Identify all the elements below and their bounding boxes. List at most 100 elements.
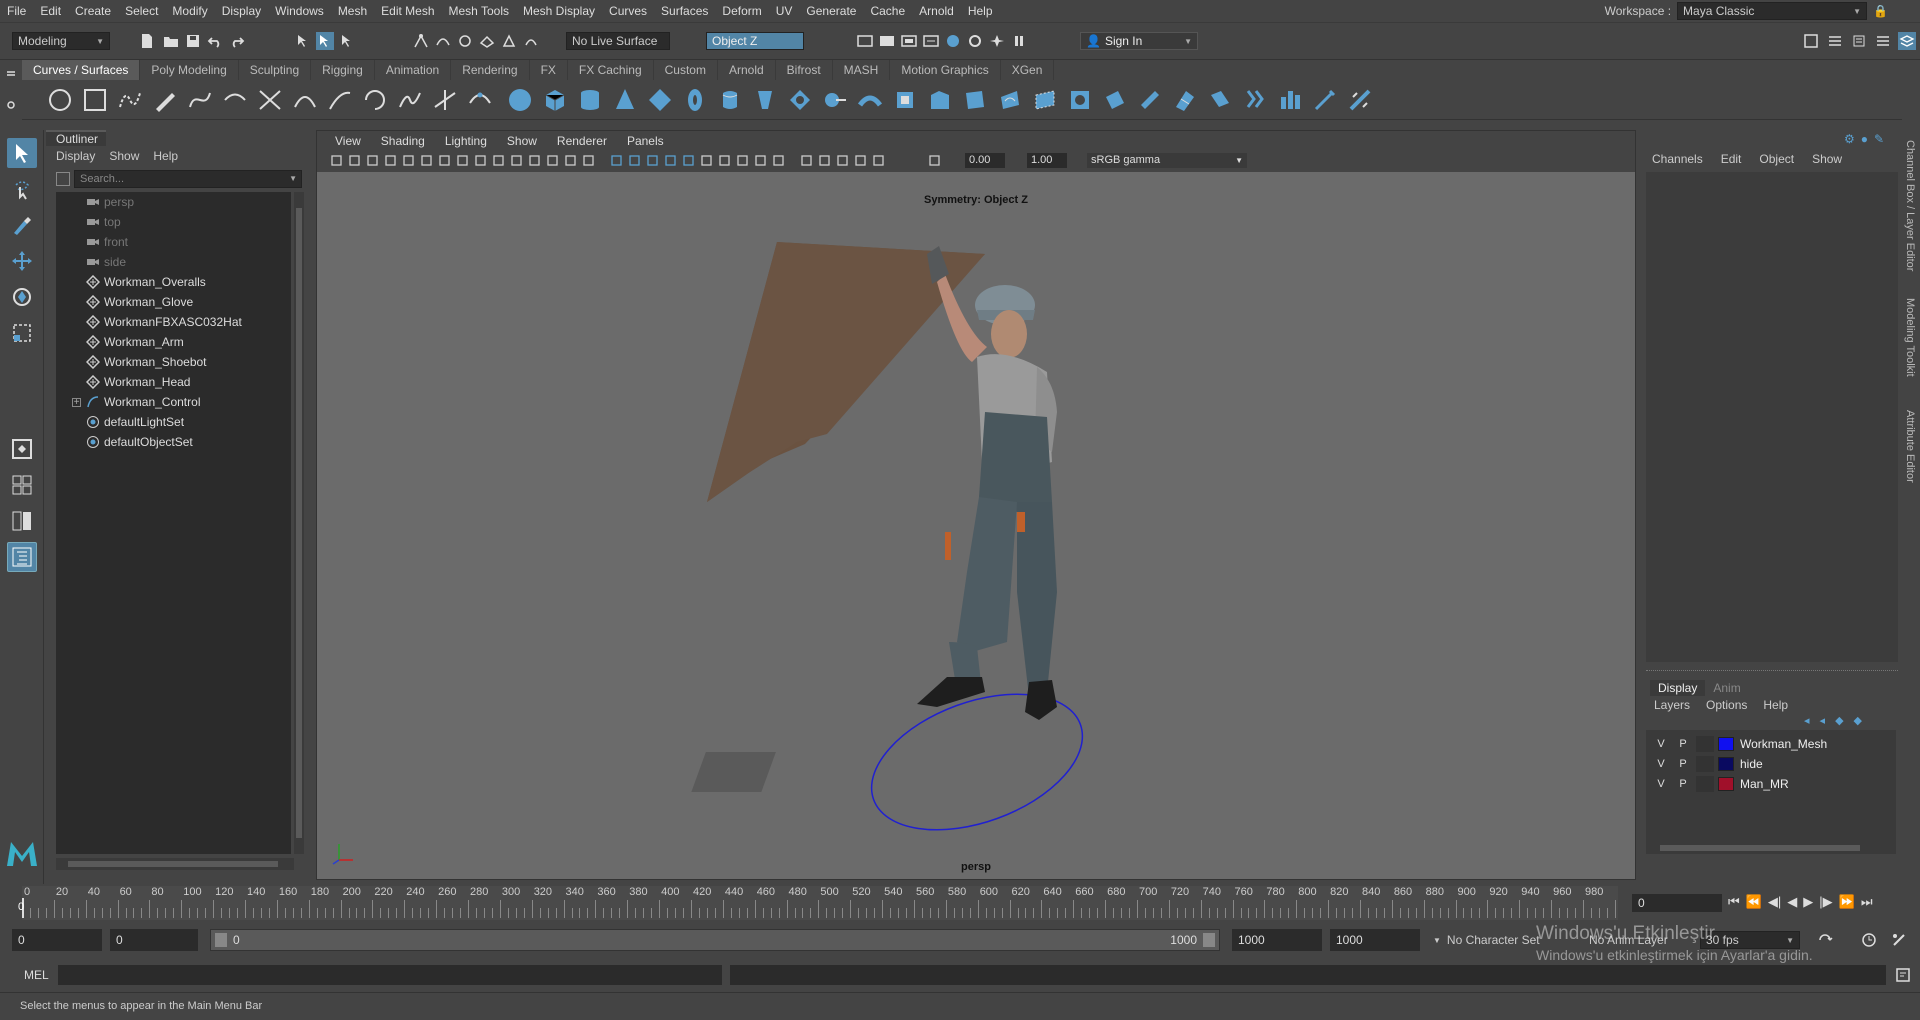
symmetry-dropdown[interactable]: Object Z	[706, 32, 804, 50]
shelf-tab-xgen[interactable]: XGen	[1000, 60, 1055, 80]
shelf-tab-mash[interactable]: MASH	[832, 60, 891, 80]
loft-icon[interactable]	[751, 86, 779, 114]
light-editor-icon[interactable]	[988, 32, 1006, 50]
layer-color-swatch[interactable]	[1718, 757, 1734, 771]
bookmarks-icon[interactable]	[365, 153, 379, 167]
shelf-tab-custom[interactable]: Custom	[653, 60, 718, 80]
depth-of-field-icon[interactable]	[771, 153, 785, 167]
bend-deformer-icon[interactable]	[1346, 86, 1374, 114]
camera-pan-icon[interactable]	[419, 153, 433, 167]
layer-menu-layers[interactable]: Layers	[1654, 698, 1690, 712]
menu-surfaces[interactable]: Surfaces	[654, 0, 715, 22]
insert-isoparm-icon[interactable]	[1171, 86, 1199, 114]
shelf-tab-sculpting[interactable]: Sculpting	[238, 60, 312, 80]
outliner-item-workman-head[interactable]: Workman_Head	[56, 372, 291, 392]
exposure-field[interactable]: 0.00	[965, 153, 1005, 168]
lock-camera-icon[interactable]	[401, 153, 415, 167]
safe-action-icon[interactable]	[563, 153, 577, 167]
layer-row-workman-mesh[interactable]: V P Workman_Mesh	[1652, 734, 1896, 754]
film-gate-icon[interactable]	[491, 153, 505, 167]
select-object-icon[interactable]	[316, 32, 334, 50]
workspace-dropdown[interactable]: Maya Classic ▼	[1677, 2, 1868, 20]
expand-icon[interactable]: +	[72, 397, 81, 407]
menu-modify[interactable]: Modify	[165, 0, 214, 22]
menu-generate[interactable]: Generate	[799, 0, 863, 22]
layer-color-swatch[interactable]	[1718, 777, 1734, 791]
step-forward-key-icon[interactable]: ⏩	[1839, 894, 1855, 910]
menu-display[interactable]: Display	[215, 0, 268, 22]
xray-components-icon[interactable]	[853, 153, 867, 167]
shelf-tab-rigging[interactable]: Rigging	[311, 60, 375, 80]
redo-icon[interactable]	[228, 32, 246, 50]
smooth-shade-icon[interactable]	[627, 153, 641, 167]
select-component-icon[interactable]	[338, 32, 356, 50]
menu-file[interactable]: File	[0, 0, 33, 22]
shelf-tab-poly-modeling[interactable]: Poly Modeling	[140, 60, 239, 80]
camera-attributes-icon[interactable]	[347, 153, 361, 167]
surface-editing-icon[interactable]	[1311, 86, 1339, 114]
outliner-item-persp[interactable]: persp	[56, 192, 291, 212]
menu-windows[interactable]: Windows	[268, 0, 331, 22]
outliner-menu-help[interactable]: Help	[153, 146, 178, 166]
layer-display-type[interactable]	[1696, 756, 1714, 772]
layer-visibility-toggle[interactable]: V	[1652, 736, 1670, 752]
exposure-icon[interactable]	[871, 153, 885, 167]
square-surface-icon[interactable]	[961, 86, 989, 114]
sculpt-geometry-icon[interactable]	[1276, 86, 1304, 114]
rebuild-surface-icon[interactable]	[1241, 86, 1269, 114]
current-frame-field[interactable]: 0	[1632, 894, 1722, 912]
ambient-occlusion-icon[interactable]	[717, 153, 731, 167]
bevel-plus-icon[interactable]	[891, 86, 919, 114]
outliner-item-workmanfbxasc032hat[interactable]: WorkmanFBXASC032Hat	[56, 312, 291, 332]
shelf-tab-arnold[interactable]: Arnold	[717, 60, 776, 80]
layer-playback-toggle[interactable]: P	[1674, 776, 1692, 792]
nurbs-sphere-icon[interactable]	[506, 86, 534, 114]
channel-box-menu-show[interactable]: Show	[1812, 152, 1852, 166]
nurbs-torus-icon[interactable]	[681, 86, 709, 114]
trim-tool-icon[interactable]	[1066, 86, 1094, 114]
outliner-item-workman-control[interactable]: + Workman_Control	[56, 392, 291, 412]
shelf-tab-rendering[interactable]: Rendering	[451, 60, 530, 80]
pause-viewport-icon[interactable]	[1010, 32, 1028, 50]
render-settings-icon[interactable]	[922, 32, 940, 50]
shelf-tab-bifrost[interactable]: Bifrost	[775, 60, 833, 80]
snap-surface-icon[interactable]	[522, 32, 540, 50]
layer-color-swatch[interactable]	[1718, 737, 1734, 751]
default-material-icon[interactable]	[645, 153, 659, 167]
tab-attribute-editor[interactable]: Attribute Editor	[1904, 410, 1916, 483]
lock-icon[interactable]: 🔒	[1873, 4, 1888, 18]
ep-curve-icon[interactable]	[221, 86, 249, 114]
layer-display-type[interactable]	[1696, 736, 1714, 752]
undo-icon[interactable]	[206, 32, 224, 50]
nurbs-cone-icon[interactable]	[611, 86, 639, 114]
outliner-horizontal-scrollbar[interactable]	[56, 858, 294, 870]
menu-cache[interactable]: Cache	[863, 0, 912, 22]
grid-icon[interactable]	[473, 153, 487, 167]
viewport-menu-view[interactable]: View	[325, 131, 371, 151]
new-empty-layer-icon[interactable]: ◆	[1835, 714, 1843, 727]
channel-box-menu-edit[interactable]: Edit	[1721, 152, 1752, 166]
rotate-tool-icon[interactable]	[7, 282, 37, 312]
range-end-handle[interactable]	[1203, 933, 1215, 947]
intersect-surfaces-icon[interactable]	[1031, 86, 1059, 114]
planar-icon[interactable]	[786, 86, 814, 114]
layer-menu-options[interactable]: Options	[1706, 698, 1747, 712]
move-layer-down-icon[interactable]: ◂	[1820, 714, 1826, 727]
gamma-field[interactable]: 1.00	[1027, 153, 1067, 168]
lasso-tool-icon[interactable]	[7, 174, 37, 204]
extrude-icon[interactable]	[821, 86, 849, 114]
modeling-toolkit-icon[interactable]	[1802, 32, 1820, 50]
insert-knot-icon[interactable]	[466, 86, 494, 114]
filter-icon[interactable]	[56, 172, 70, 186]
image-plane-icon[interactable]	[383, 153, 397, 167]
step-back-key-icon[interactable]: ⏪	[1746, 894, 1762, 910]
outliner-layout-icon[interactable]	[7, 542, 37, 572]
outliner-item-side[interactable]: side	[56, 252, 291, 272]
tool-settings-icon[interactable]	[1850, 32, 1868, 50]
outliner-item-front[interactable]: front	[56, 232, 291, 252]
nurbs-cube-icon[interactable]	[541, 86, 569, 114]
range-bar[interactable]: 0 1000	[210, 929, 1220, 951]
tab-channel-box[interactable]: Channel Box / Layer Editor	[1904, 140, 1916, 271]
end-time-field[interactable]: 1000	[1330, 929, 1420, 951]
outliner-item-top[interactable]: top	[56, 212, 291, 232]
